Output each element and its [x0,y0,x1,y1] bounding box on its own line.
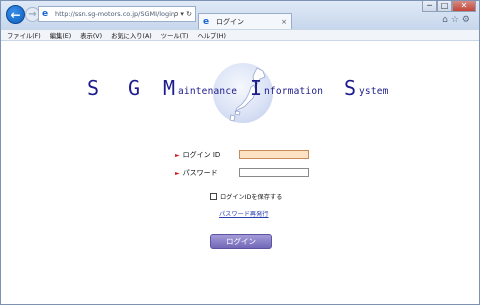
address-bar[interactable]: e http://ssn.sg-motors.co.jp/SGMI/login … [38,6,196,22]
red-arrow-icon: ► [175,151,180,159]
menu-help[interactable]: ヘルプ(H) [197,31,226,40]
close-button[interactable]: ✕ [452,1,476,12]
menu-edit[interactable]: 編集(E) [50,31,72,40]
login-button[interactable]: ログイン [210,234,272,249]
menu-favorites[interactable]: お気に入り(A) [111,31,152,40]
logo-letter-i: I [250,76,263,100]
password-input[interactable] [239,168,309,177]
system-logo: S G M aintenance I nformation S ystem [1,41,479,141]
ie-tab-icon: e [203,16,210,27]
password-reset-link[interactable]: パスワード再発行 [219,209,269,218]
logo-word-maintenance: aintenance [178,86,238,97]
login-id-input[interactable] [239,150,309,159]
address-search-refresh-icons[interactable]: ρ ▾ ↻ [174,10,195,18]
login-id-row: ► ログイン ID [175,150,220,160]
remember-checkbox[interactable] [210,193,217,200]
tab-title[interactable]: ログイン [216,17,281,27]
logo-word-information: nformation [264,86,324,97]
logo-wordmark: S G M aintenance I nformation S ystem [1,74,479,104]
remember-login-id[interactable]: ログインIDを保存する [210,192,282,201]
menu-view[interactable]: 表示(V) [80,31,102,40]
home-favorites-settings-icons[interactable]: ⌂☆⚙ [442,15,473,25]
browser-titlebar: ← → e http://ssn.sg-motors.co.jp/SGMI/lo… [1,1,479,29]
tab-close-icon[interactable]: × [281,18,287,26]
back-arrow-icon[interactable]: ← [6,5,25,24]
address-url[interactable]: http://ssn.sg-motors.co.jp/SGMI/login [55,10,174,18]
menu-tools[interactable]: ツール(T) [161,31,189,40]
logo-letter-s2: S [344,76,357,100]
red-arrow-icon: ► [175,169,180,177]
maximize-button[interactable]: □ [437,1,452,12]
logo-word-system: ystem [359,86,389,97]
menubar: ファイル(F) 編集(E) 表示(V) お気に入り(A) ツール(T) ヘルプ(… [1,29,479,41]
login-id-label: ログイン ID [182,151,221,159]
window-controls: ─ □ ✕ [422,1,476,12]
ie-page-icon: e [42,9,49,19]
minimize-button[interactable]: ─ [422,1,437,12]
tab-login[interactable]: e ログイン × [198,13,292,29]
remember-label[interactable]: ログインIDを保存する [220,192,282,201]
menu-file[interactable]: ファイル(F) [7,31,41,40]
page-content: S G M aintenance I nformation S ystem ► … [1,41,479,304]
password-row: ► パスワード [175,168,218,178]
logo-letter-s: S [87,76,100,100]
logo-letter-m: M [163,76,176,100]
browser-window: ← → e http://ssn.sg-motors.co.jp/SGMI/lo… [0,0,480,305]
logo-letter-g: G [128,76,141,100]
password-label: パスワード [182,169,218,177]
